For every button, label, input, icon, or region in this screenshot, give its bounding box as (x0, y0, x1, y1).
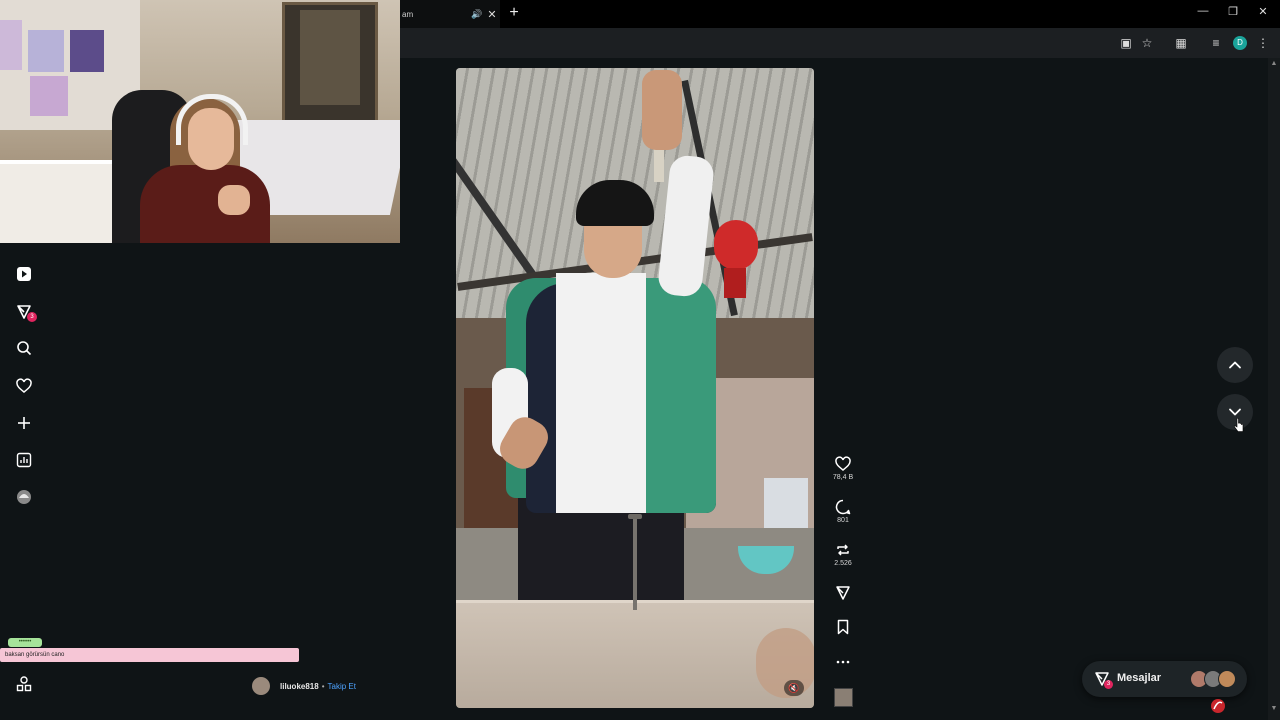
video-man-jacket (646, 278, 716, 513)
post-author-row: liluoke818 • Takip Et (252, 676, 356, 696)
messages-badge: 3 (1104, 680, 1113, 689)
repost-action[interactable]: 2.526 (826, 542, 860, 567)
browser-tab[interactable]: am 🔊 ✕ (400, 0, 500, 28)
comment-count: 801 (837, 517, 849, 524)
send-icon[interactable] (835, 585, 851, 601)
app-logo-icon (1211, 699, 1225, 713)
previous-video-button[interactable] (1217, 347, 1253, 383)
new-tab-button[interactable]: + (505, 4, 523, 22)
webcam-poster (30, 76, 68, 116)
media-control-icon[interactable]: ≡ (1208, 35, 1224, 51)
author-avatar[interactable] (252, 677, 270, 695)
share-action[interactable] (826, 585, 860, 601)
search-icon[interactable] (14, 338, 34, 358)
scroll-up-arrow-icon[interactable]: ▲ (1270, 60, 1278, 68)
star-icon[interactable]: ☆ (1139, 35, 1155, 51)
video-man-shirt (556, 273, 646, 513)
create-plus-icon[interactable] (14, 413, 34, 433)
avatar (1218, 670, 1236, 688)
browser-titlebar: am 🔊 ✕ + — ❐ ✕ (400, 0, 1280, 28)
webcam-poster (28, 30, 64, 72)
scroll-down-arrow-icon[interactable]: ▼ (1270, 705, 1278, 713)
restore-icon[interactable]: ❐ (1218, 5, 1248, 18)
like-action[interactable]: 78,4 B (826, 456, 860, 481)
more-settings-icon[interactable] (14, 674, 34, 694)
notification-badge: 3 (27, 312, 37, 322)
bookmark-icon[interactable] (835, 619, 851, 635)
webcam-streamer-hands (218, 185, 250, 215)
repost-count: 2.526 (834, 560, 852, 567)
author-username[interactable]: liluoke818 (280, 682, 319, 691)
chevron-up-icon (1229, 361, 1241, 369)
more-options-action[interactable] (826, 654, 860, 670)
profile-avatar-icon[interactable] (14, 487, 34, 507)
video-nail-head (628, 514, 642, 519)
video-nail (633, 516, 637, 610)
mute-icon[interactable]: 🔇 (784, 680, 804, 696)
separator-dot: • (321, 681, 325, 691)
comment-action[interactable]: 801 (826, 499, 860, 524)
more-menu-icon[interactable]: ⋮ (1255, 35, 1271, 51)
video-crate (764, 478, 808, 528)
video-lantern-tassel (724, 268, 746, 298)
heart-icon[interactable] (14, 376, 34, 396)
heart-icon[interactable] (835, 456, 851, 472)
video-man-hand (642, 70, 682, 150)
save-action[interactable] (826, 619, 860, 635)
chat-username-badge: •••••• (8, 638, 42, 647)
video-player[interactable]: 🔇 (456, 68, 814, 708)
audio-thumbnail[interactable] (834, 688, 853, 707)
like-count: 78,4 B (832, 474, 854, 481)
video-lantern (714, 220, 758, 270)
comment-icon[interactable] (835, 499, 851, 515)
cast-icon[interactable]: ▣ (1118, 35, 1134, 51)
messages-label: Mesajlar (1117, 672, 1162, 684)
repost-icon[interactable] (835, 542, 851, 558)
webcam-poster (70, 30, 104, 72)
hand-cursor-icon (1234, 418, 1244, 432)
chat-message: baksan görürsün cano (0, 648, 299, 662)
tab-title: am (402, 9, 414, 19)
webcam-window-pane (300, 10, 360, 105)
page-scrollbar[interactable] (1268, 58, 1280, 720)
close-tab-icon[interactable]: ✕ (484, 8, 500, 21)
reels-icon[interactable] (14, 264, 34, 284)
insights-icon[interactable] (14, 450, 34, 470)
webcam-poster (0, 20, 22, 70)
messages-button[interactable]: 3 Mesajlar (1082, 661, 1247, 697)
webcam-shelf (0, 160, 120, 243)
close-window-icon[interactable]: ✕ (1248, 5, 1278, 18)
more-dots-icon[interactable] (835, 654, 851, 670)
follow-button[interactable]: Takip Et (328, 682, 356, 691)
headphones-icon (176, 94, 248, 145)
webcam-streamer-body (140, 165, 270, 243)
profile-avatar[interactable]: D (1233, 36, 1247, 50)
speaker-icon[interactable]: 🔊 (470, 9, 484, 20)
minimize-icon[interactable]: — (1188, 5, 1218, 17)
chevron-down-icon (1229, 408, 1241, 416)
browser-toolbar: ▣ ☆ ▦ ≡ D ⋮ (400, 28, 1280, 58)
webcam-overlay (0, 0, 400, 243)
extensions-icon[interactable]: ▦ (1173, 35, 1189, 51)
